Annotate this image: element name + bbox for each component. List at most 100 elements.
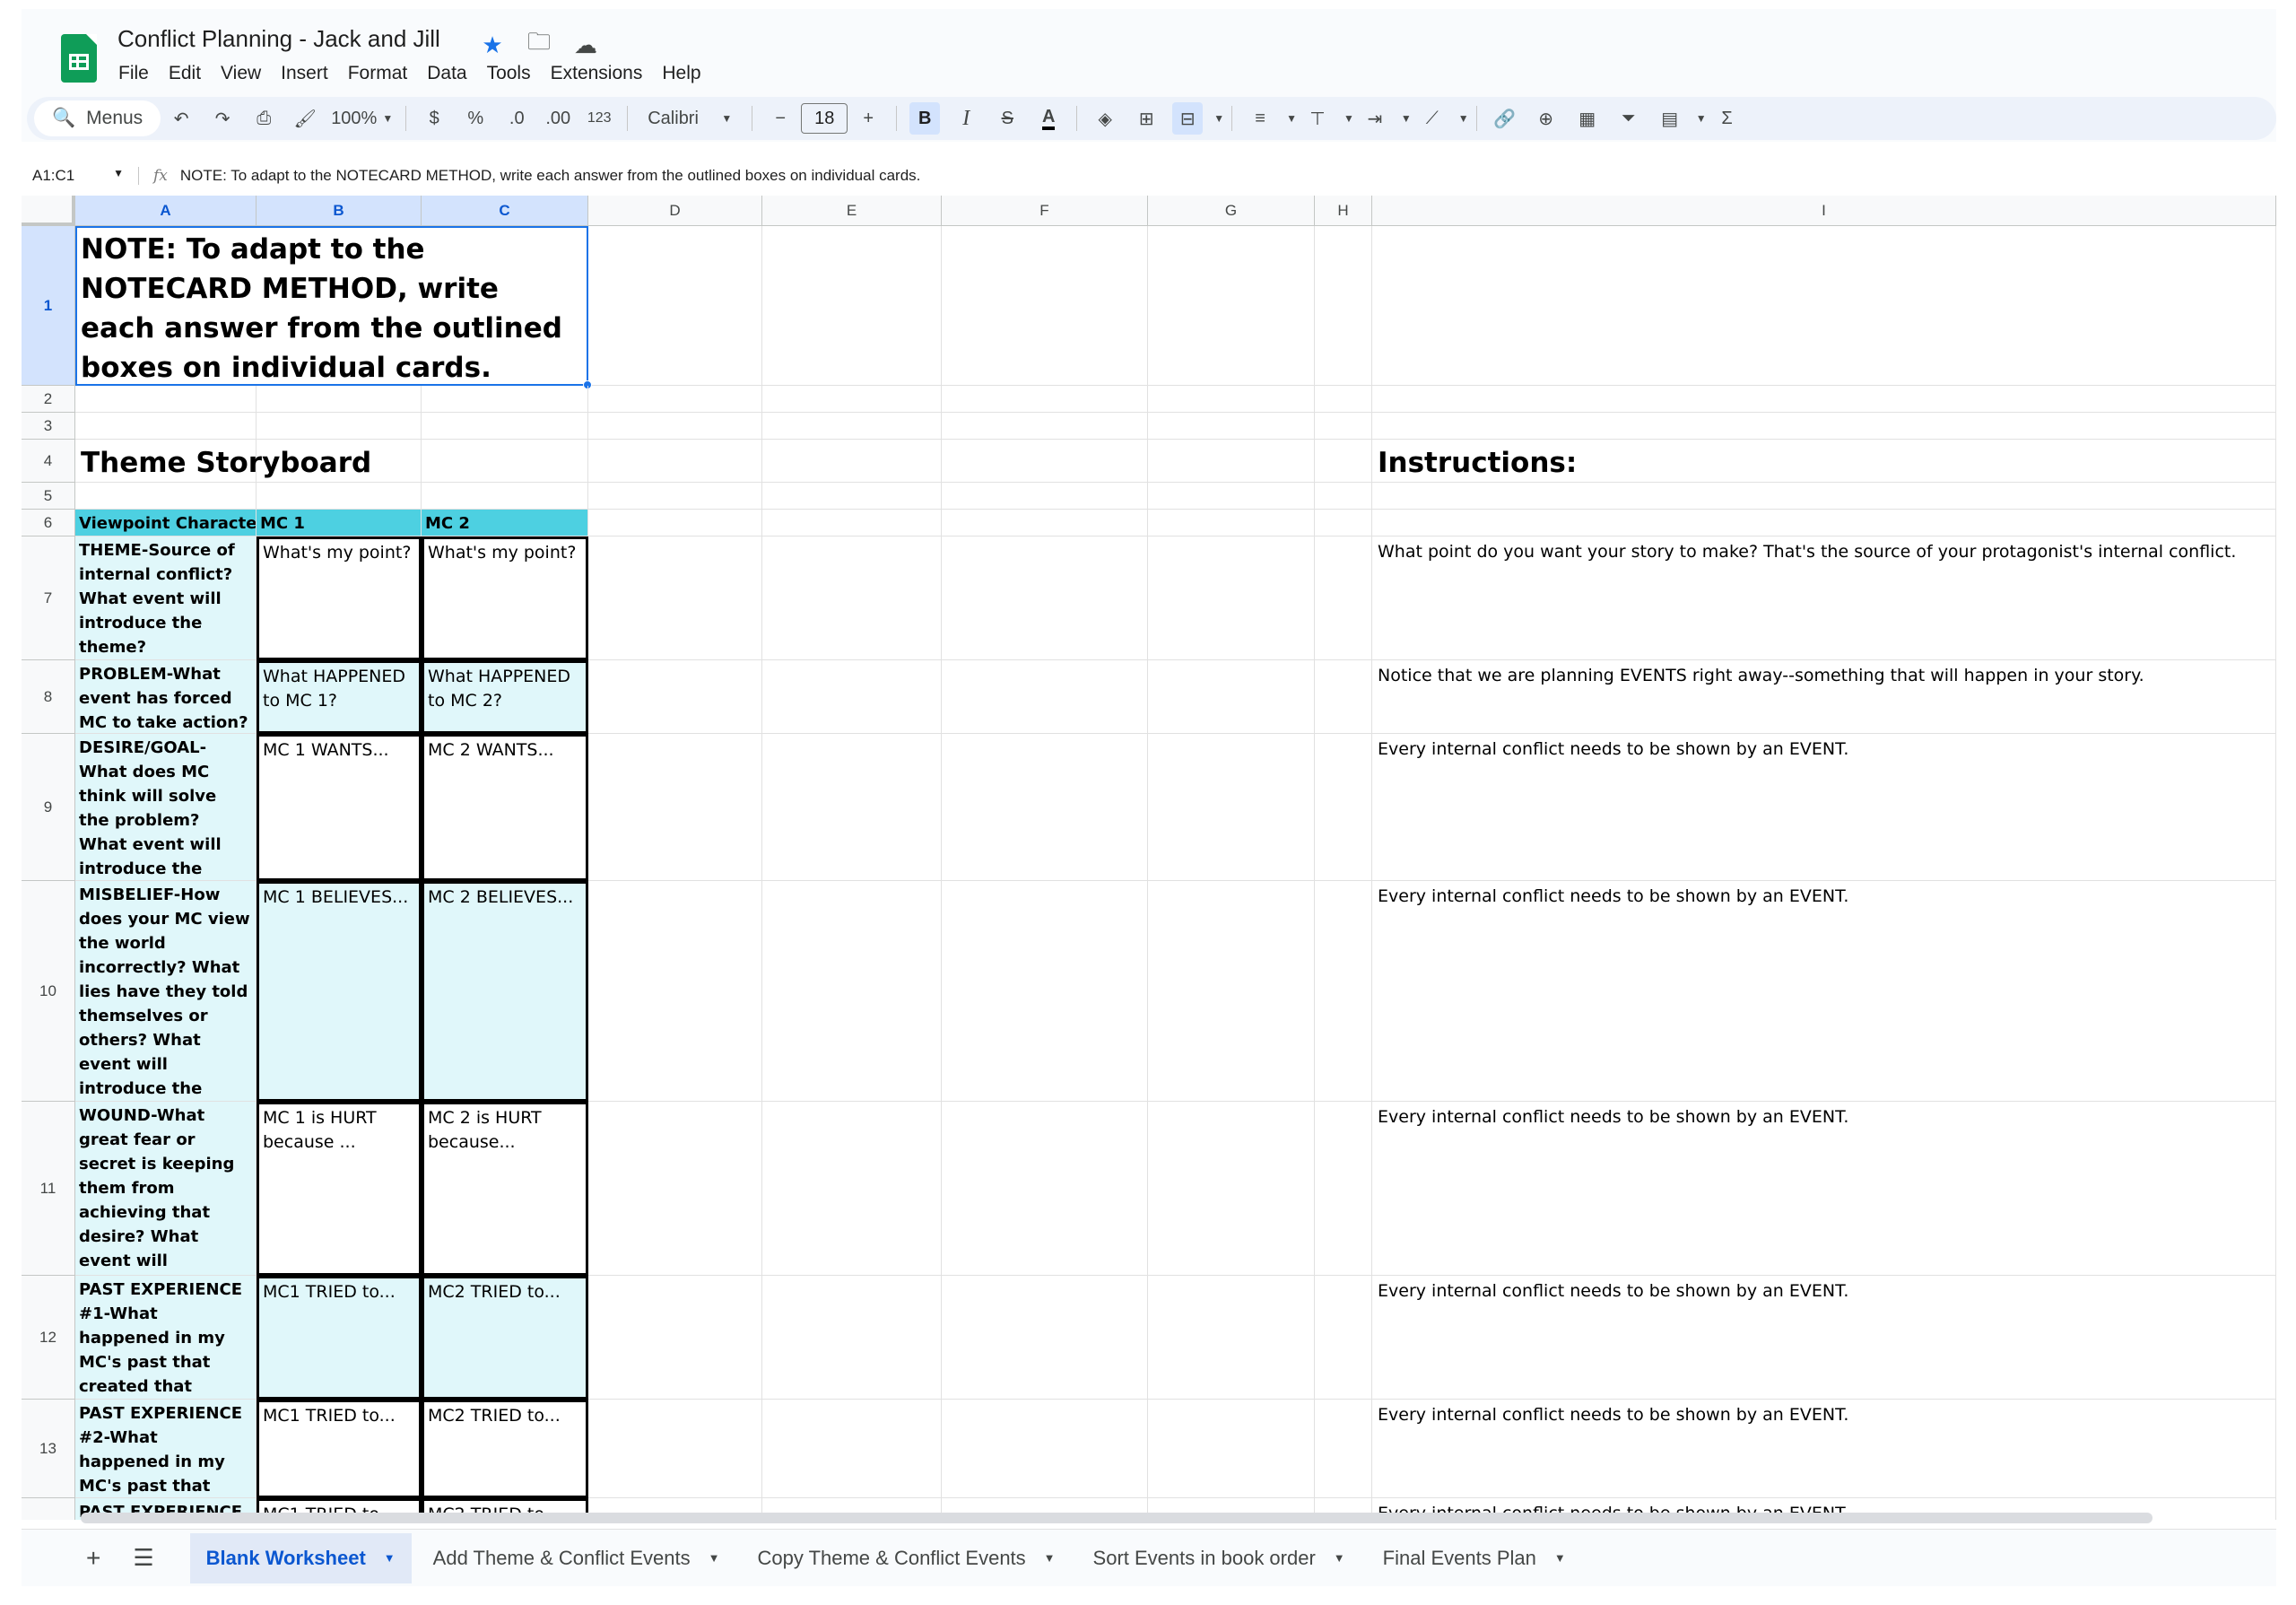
- percent-format-button[interactable]: %: [460, 102, 491, 135]
- filter-views-icon[interactable]: ▤: [1655, 102, 1685, 135]
- row-header-5[interactable]: 5: [22, 483, 75, 510]
- cell-a13[interactable]: PAST EXPERIENCE #2-What happened in my M…: [75, 1400, 257, 1498]
- row-header-11[interactable]: 11: [22, 1102, 75, 1276]
- cell-a7[interactable]: THEME-Source of internal conflict? What …: [75, 536, 257, 660]
- strikethrough-icon[interactable]: S: [992, 102, 1022, 135]
- cell-b3[interactable]: [257, 413, 422, 440]
- cell-b2[interactable]: [257, 386, 422, 413]
- insert-link-icon[interactable]: 🔗: [1490, 102, 1520, 135]
- row-header-2[interactable]: 2: [22, 386, 75, 413]
- column-header-c[interactable]: C: [422, 196, 588, 226]
- functions-button[interactable]: Σ: [1712, 102, 1743, 135]
- menu-extensions[interactable]: Extensions: [551, 63, 643, 84]
- cell-a6[interactable]: Viewpoint Character: [75, 510, 257, 536]
- increase-decimal-button[interactable]: .00: [543, 102, 573, 135]
- cell-a2[interactable]: [75, 386, 257, 413]
- document-title[interactable]: Conflict Planning - Jack and Jill: [117, 25, 440, 53]
- decrease-font-size-button[interactable]: −: [765, 102, 796, 135]
- cell-c5[interactable]: [422, 483, 588, 510]
- cell-c4[interactable]: [422, 440, 588, 483]
- cell-c12[interactable]: MC2 TRIED to...: [422, 1276, 588, 1400]
- search-menus-button[interactable]: 🔍 Menus: [34, 100, 161, 136]
- cell-c9[interactable]: MC 2 WANTS...: [422, 734, 588, 881]
- text-color-button[interactable]: A: [1033, 102, 1064, 135]
- star-icon[interactable]: ★: [479, 31, 506, 59]
- menu-format[interactable]: Format: [348, 63, 408, 84]
- font-select[interactable]: Calibri ▼: [640, 102, 739, 135]
- tab-sort-events-book-order[interactable]: Sort Events in book order ▼: [1077, 1533, 1361, 1583]
- cell-b8[interactable]: What HAPPENED to MC 1?: [257, 660, 422, 734]
- column-d-cells[interactable]: [588, 226, 762, 1520]
- row-header-1[interactable]: 1: [22, 226, 75, 386]
- column-header-d[interactable]: D: [588, 196, 762, 226]
- cell-b9[interactable]: MC 1 WANTS...: [257, 734, 422, 881]
- column-header-e[interactable]: E: [762, 196, 942, 226]
- text-rotation-icon[interactable]: ⟋: [1417, 102, 1448, 135]
- horizontal-scrollbar[interactable]: [81, 1513, 2152, 1523]
- cell-a10[interactable]: MISBELIEF-How does your MC view the worl…: [75, 881, 257, 1102]
- cell-b7[interactable]: What's my point?: [257, 536, 422, 660]
- chevron-down-icon[interactable]: ▼: [1044, 1551, 1056, 1565]
- column-header-a[interactable]: A: [75, 196, 257, 226]
- row-header-4[interactable]: 4: [22, 440, 75, 483]
- bold-button[interactable]: B: [909, 102, 941, 135]
- tab-copy-theme-conflict-events[interactable]: Copy Theme & Conflict Events ▼: [742, 1533, 1072, 1583]
- row-header-13[interactable]: 13: [22, 1400, 75, 1498]
- chevron-down-icon[interactable]: ▼: [1344, 112, 1354, 125]
- decrease-decimal-button[interactable]: .0: [501, 102, 532, 135]
- paint-format-icon[interactable]: 🖌: [290, 102, 320, 135]
- column-e-cells[interactable]: [762, 226, 942, 1520]
- currency-format-button[interactable]: $: [419, 102, 449, 135]
- column-f-cells[interactable]: [942, 226, 1148, 1520]
- tab-final-events-plan[interactable]: Final Events Plan ▼: [1367, 1533, 1582, 1583]
- menu-insert[interactable]: Insert: [281, 63, 328, 84]
- row-header-8[interactable]: 8: [22, 660, 75, 734]
- chevron-down-icon[interactable]: ▼: [384, 1551, 396, 1565]
- insert-chart-icon[interactable]: ▦: [1572, 102, 1603, 135]
- column-header-h[interactable]: H: [1315, 196, 1372, 226]
- row-header-14[interactable]: [22, 1498, 75, 1520]
- menu-data[interactable]: Data: [427, 63, 466, 84]
- cell-c10[interactable]: MC 2 BELIEVES...: [422, 881, 588, 1102]
- all-sheets-menu-icon[interactable]: ☰: [133, 1544, 153, 1572]
- menu-tools[interactable]: Tools: [487, 63, 531, 84]
- cloud-status-icon[interactable]: ☁: [572, 31, 599, 59]
- row-header-7[interactable]: 7: [22, 536, 75, 660]
- chevron-down-icon[interactable]: ▼: [1213, 112, 1224, 125]
- cell-a5[interactable]: [75, 483, 257, 510]
- insert-comment-icon[interactable]: ⊕: [1531, 102, 1561, 135]
- spreadsheet-grid[interactable]: A B C D E F G H I 1 2 3 4 5 6 7 8 9 10 1…: [22, 196, 2276, 1520]
- cell-a1-merged[interactable]: NOTE: To adapt to the NOTECARD METHOD, w…: [75, 226, 588, 386]
- sheets-logo-icon[interactable]: [61, 34, 97, 83]
- horizontal-align-icon[interactable]: ≡: [1245, 102, 1275, 135]
- print-icon[interactable]: ⎙: [248, 102, 279, 135]
- cell-c13[interactable]: MC2 TRIED to...: [422, 1400, 588, 1498]
- cell-a11[interactable]: WOUND-What great fear or secret is keepi…: [75, 1102, 257, 1276]
- chevron-down-icon[interactable]: ▼: [1554, 1551, 1566, 1565]
- cell-b11[interactable]: MC 1 is HURT because ...: [257, 1102, 422, 1276]
- cell-c3[interactable]: [422, 413, 588, 440]
- formula-input[interactable]: NOTE: To adapt to the NOTECARD METHOD, w…: [180, 167, 920, 185]
- chevron-down-icon[interactable]: ▼: [709, 1551, 720, 1565]
- chevron-down-icon[interactable]: ▼: [1286, 112, 1297, 125]
- vertical-align-icon[interactable]: ⊤: [1302, 102, 1333, 135]
- chevron-down-icon[interactable]: ▼: [1401, 112, 1412, 125]
- cell-b6[interactable]: MC 1: [257, 510, 422, 536]
- add-sheet-icon[interactable]: +: [86, 1544, 100, 1573]
- cell-a8[interactable]: PROBLEM-What event has forced MC to take…: [75, 660, 257, 734]
- cell-c6[interactable]: MC 2: [422, 510, 588, 536]
- cell-a9[interactable]: DESIRE/GOAL-What does MC think will solv…: [75, 734, 257, 881]
- zoom-select[interactable]: 100% ▼: [331, 102, 393, 135]
- italic-button[interactable]: I: [951, 102, 981, 135]
- row-header-3[interactable]: 3: [22, 413, 75, 440]
- chevron-down-icon[interactable]: ▼: [1334, 1551, 1345, 1565]
- column-header-f[interactable]: F: [942, 196, 1148, 226]
- row-header-10[interactable]: 10: [22, 881, 75, 1102]
- cell-c7[interactable]: What's my point?: [422, 536, 588, 660]
- redo-icon[interactable]: ↷: [207, 102, 238, 135]
- merge-cells-icon[interactable]: ⊟: [1172, 102, 1204, 135]
- select-all-corner[interactable]: [22, 196, 75, 226]
- cell-b5[interactable]: [257, 483, 422, 510]
- filter-icon[interactable]: ⏷: [1613, 102, 1644, 135]
- tab-blank-worksheet[interactable]: Blank Worksheet ▼: [189, 1532, 412, 1583]
